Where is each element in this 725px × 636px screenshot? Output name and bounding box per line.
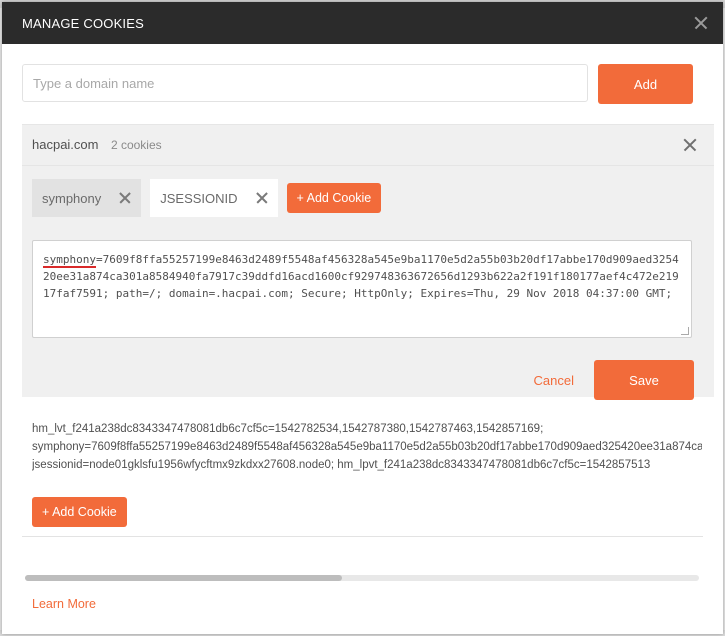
cookie-name-highlight: symphony xyxy=(43,253,96,268)
cookie-chip-label: symphony xyxy=(42,190,102,206)
cookie-chips: symphony JSESSIONID + Add Cookie xyxy=(32,179,382,217)
add-cookie-button[interactable]: + Add Cookie xyxy=(286,183,382,213)
learn-more-link[interactable]: Learn More xyxy=(32,597,96,611)
save-button[interactable]: Save xyxy=(594,360,694,400)
horizontal-scrollbar[interactable] xyxy=(25,575,699,581)
cookie-editor-textarea[interactable]: symphony=7609f8ffa55257199e8463d2489f554… xyxy=(32,240,692,338)
domain-name: hacpai.com xyxy=(32,137,99,152)
domain-panel-header: hacpai.com 2 cookies xyxy=(22,125,714,166)
domain-info: hacpai.com 2 cookies xyxy=(32,136,162,154)
editor-actions: Cancel Save xyxy=(534,360,694,400)
manage-cookies-modal: MANAGE COOKIES Add hacpai.com 2 cookies … xyxy=(2,2,723,634)
close-icon[interactable] xyxy=(117,190,133,206)
raw-cookie-string: hm_lvt_f241a238dc8343347478081db6c7cf5c=… xyxy=(32,420,702,474)
domain-panel: hacpai.com 2 cookies symphony JSESSIONID… xyxy=(22,124,714,400)
raw-cookie-line: jsessionid=node01gklsfu1956wfycftmx9zkdx… xyxy=(32,459,651,471)
cancel-button[interactable]: Cancel xyxy=(534,373,574,388)
modal-title: MANAGE COOKIES xyxy=(22,15,144,31)
add-domain-button[interactable]: Add xyxy=(598,64,693,104)
domain-input[interactable] xyxy=(22,64,588,102)
remove-domain-icon[interactable] xyxy=(680,135,700,155)
raw-cookie-line: symphony=7609f8ffa55257199e8463d2489f554… xyxy=(32,441,702,453)
cookie-chip-symphony[interactable]: symphony xyxy=(32,179,142,217)
cookie-count: 2 cookies xyxy=(110,138,162,152)
close-modal-icon[interactable] xyxy=(691,13,711,33)
resize-handle-icon[interactable] xyxy=(681,327,689,335)
cookie-value-text: =7609f8ffa55257199e8463d2489f5548af45632… xyxy=(43,253,679,300)
cookie-chip-label: JSESSIONID xyxy=(160,190,238,206)
scrollbar-thumb[interactable] xyxy=(25,575,342,581)
raw-cookie-line: hm_lvt_f241a238dc8343347478081db6c7cf5c=… xyxy=(32,423,544,435)
cookie-chip-jsessionid[interactable]: JSESSIONID xyxy=(150,179,278,217)
modal-header: MANAGE COOKIES xyxy=(2,2,723,44)
divider xyxy=(22,536,703,537)
domain-form: Add xyxy=(22,64,693,104)
close-icon[interactable] xyxy=(254,190,270,206)
add-cookie-raw-button[interactable]: + Add Cookie xyxy=(32,497,127,527)
